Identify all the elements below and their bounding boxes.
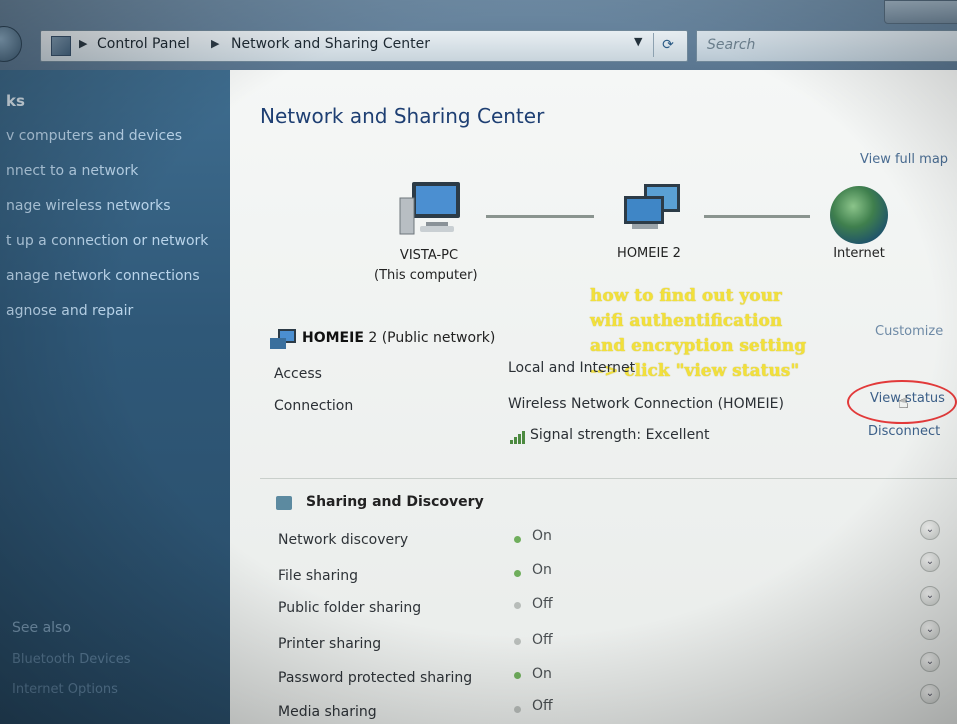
annotation-line: and encryption setting — [590, 336, 807, 356]
sidebar-task-diagnose[interactable]: agnose and repair — [6, 303, 133, 319]
see-also-internet-options[interactable]: Internet Options — [12, 682, 118, 697]
sidebar-task-view-computers[interactable]: v computers and devices — [6, 128, 182, 144]
chevron-down-icon[interactable]: ⌄ — [920, 652, 940, 672]
network-name: HOMEIE 2 — [617, 246, 681, 261]
window-controls[interactable] — [884, 0, 957, 24]
sharing-row-label: Media sharing — [278, 704, 377, 720]
hand-cursor-icon: ☝ — [898, 392, 909, 413]
see-also-bluetooth[interactable]: Bluetooth Devices — [12, 652, 130, 667]
status-on-indicator — [514, 672, 521, 679]
network-small-icon — [270, 329, 296, 349]
refresh-icon[interactable]: ⟳ — [653, 33, 682, 57]
chevron-down-icon[interactable]: ⌄ — [920, 620, 940, 640]
sharing-row-status: On — [532, 562, 552, 578]
chevron-right-icon[interactable]: ▶ — [211, 37, 219, 50]
sharing-section-title: Sharing and Discovery — [306, 494, 484, 510]
view-full-map-link[interactable]: View full map — [860, 152, 948, 167]
sidebar-task-setup-connection[interactable]: t up a connection or network — [6, 233, 208, 249]
breadcrumb[interactable]: ▶ Control Panel ▶ Network and Sharing Ce… — [40, 30, 688, 62]
annotation-line: how to find out your — [590, 286, 782, 306]
computer-name: VISTA-PC — [399, 248, 459, 263]
network-type: 2 (Public network) — [368, 330, 496, 346]
tasks-heading: ks — [6, 92, 25, 110]
map-connector — [704, 215, 810, 218]
see-also-heading: See also — [12, 620, 71, 636]
sharing-row-label: Public folder sharing — [278, 600, 422, 616]
chevron-down-icon[interactable]: ⌄ — [920, 586, 940, 606]
sharing-row-label: Network discovery — [278, 532, 409, 548]
sharing-row-status: On — [532, 666, 552, 682]
disconnect-link[interactable]: Disconnect — [868, 424, 940, 439]
address-bar-region: ▶ Control Panel ▶ Network and Sharing Ce… — [0, 0, 957, 70]
chevron-down-icon[interactable]: ⌄ — [920, 684, 940, 704]
network-name-bold: HOMEIE — [302, 330, 364, 346]
sidebar-task-connect[interactable]: nnect to a network — [6, 163, 138, 179]
access-label: Access — [274, 366, 322, 382]
chevron-down-icon[interactable]: ⌄ — [920, 552, 940, 572]
section-divider — [260, 478, 957, 479]
network-header: HOMEIE 2 (Public network) — [302, 330, 495, 346]
back-button[interactable] — [0, 26, 22, 62]
internet-label: Internet — [833, 246, 885, 261]
computer-icon — [399, 182, 460, 235]
map-connector — [486, 215, 594, 218]
customize-link[interactable]: Customize — [875, 324, 943, 339]
status-on-indicator — [514, 536, 521, 543]
control-panel-icon — [51, 36, 71, 56]
status-off-indicator — [514, 602, 521, 609]
sharing-row-label: Password protected sharing — [278, 670, 473, 686]
chevron-right-icon[interactable]: ▶ — [79, 37, 87, 50]
search-placeholder: Search — [707, 37, 756, 53]
sidebar-task-manage-connections[interactable]: anage network connections — [6, 268, 200, 284]
computer-subtitle: (This computer) — [374, 268, 478, 283]
connection-label: Connection — [274, 398, 354, 414]
breadcrumb-control-panel[interactable]: Control Panel — [97, 36, 190, 52]
annotation-line: wifi authentification — [590, 311, 783, 331]
access-value: Local and Internet — [508, 360, 636, 376]
sharing-row-label: Printer sharing — [278, 636, 382, 652]
status-off-indicator — [514, 706, 521, 713]
sharing-row-status: On — [532, 528, 552, 544]
search-input[interactable]: Search — [696, 30, 957, 62]
breadcrumb-network-sharing[interactable]: Network and Sharing Center — [231, 36, 430, 52]
sharing-row-label: File sharing — [278, 568, 359, 584]
status-off-indicator — [514, 638, 521, 645]
chevron-down-icon[interactable]: ▼ — [634, 35, 642, 48]
status-on-indicator — [514, 570, 521, 577]
signal-strength-icon — [510, 431, 525, 444]
sharing-row-status: Off — [532, 596, 553, 612]
page-title: Network and Sharing Center — [260, 104, 545, 128]
task-pane: ks v computers and devices nnect to a ne… — [0, 70, 230, 724]
sharing-row-status: Off — [532, 632, 553, 648]
signal-strength: Signal strength: Excellent — [530, 427, 710, 443]
sidebar-task-manage-wireless[interactable]: nage wireless networks — [6, 198, 171, 214]
sharing-row-status: Off — [532, 698, 553, 714]
chevron-down-icon[interactable]: ⌄ — [920, 520, 940, 540]
sharing-icon — [276, 496, 292, 510]
internet-globe-icon — [830, 186, 888, 244]
window: ▶ Control Panel ▶ Network and Sharing Ce… — [0, 0, 957, 724]
connection-value: Wireless Network Connection (HOMEIE) — [508, 396, 784, 412]
network-icon — [624, 184, 680, 229]
